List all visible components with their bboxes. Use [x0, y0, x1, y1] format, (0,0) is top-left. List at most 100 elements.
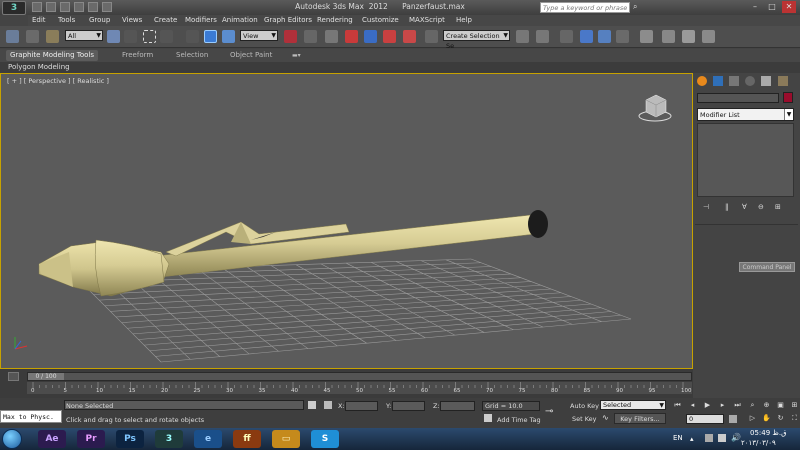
zoom-icon[interactable]: ⌕: [748, 401, 757, 410]
align-icon[interactable]: [536, 30, 549, 43]
menu-create[interactable]: Create: [154, 16, 177, 24]
time-slider[interactable]: 0 / 100: [27, 372, 692, 381]
named-selection-dropdown[interactable]: Create Selection Se ▼: [443, 30, 510, 50]
time-slider-thumb[interactable]: 0 / 100: [28, 373, 64, 380]
previous-frame-icon[interactable]: ◂: [688, 401, 697, 410]
open-file-icon[interactable]: [46, 2, 56, 12]
curve-editor-icon[interactable]: [598, 30, 611, 43]
utilities-tab-icon[interactable]: [778, 76, 788, 86]
configure-sets-icon[interactable]: ⊞: [775, 203, 781, 211]
tab-object-paint[interactable]: Object Paint: [230, 50, 272, 61]
edit-named-selection-icon[interactable]: [425, 30, 438, 43]
display-tab-icon[interactable]: [761, 76, 771, 86]
render-setup-icon[interactable]: [662, 30, 675, 43]
modifier-list-dropdown[interactable]: Modifier List ▼: [697, 108, 794, 121]
save-file-icon[interactable]: [60, 2, 70, 12]
link-icon[interactable]: [6, 30, 19, 43]
key-filters-button[interactable]: Key Filters...: [614, 413, 666, 424]
polygon-modeling-panel[interactable]: Polygon Modeling: [8, 63, 70, 71]
hierarchy-tab-icon[interactable]: [729, 76, 739, 86]
menu-customize[interactable]: Customize: [362, 16, 399, 24]
reference-coord-dropdown[interactable]: View ▼: [240, 30, 278, 41]
pivot-center-icon[interactable]: [284, 30, 297, 43]
current-frame-field[interactable]: 0: [686, 414, 724, 424]
menu-help[interactable]: Help: [456, 16, 472, 24]
keyboard-shortcut-icon[interactable]: [325, 30, 338, 43]
zoom-all-icon[interactable]: ⊕: [762, 401, 771, 410]
menu-group[interactable]: Group: [89, 16, 110, 24]
tab-graphite-modeling-tools[interactable]: Graphite Modeling Tools: [6, 50, 99, 61]
object-color-swatch[interactable]: [783, 92, 793, 103]
modifier-stack[interactable]: [697, 123, 794, 197]
make-unique-icon[interactable]: ∀: [742, 203, 747, 211]
x-coordinate-field[interactable]: [345, 401, 378, 411]
spinner-snap-icon[interactable]: [403, 30, 416, 43]
redo-icon[interactable]: [88, 2, 98, 12]
schematic-view-icon[interactable]: [616, 30, 629, 43]
material-editor-icon[interactable]: [640, 30, 653, 43]
pin-stack-icon[interactable]: ⊣: [703, 203, 709, 211]
graphite-toggle-icon[interactable]: [580, 30, 593, 43]
maximize-button[interactable]: □: [765, 1, 779, 13]
clock-date[interactable]: ۲۰۱۳/۰۳/۰۹: [741, 439, 776, 447]
undo-icon[interactable]: [74, 2, 84, 12]
binoculars-icon[interactable]: ⌕: [633, 2, 643, 12]
track-bar[interactable]: 0 5 10 15 20 25 30 35 40 45 50 55 60 65 70 75 80 85 90 95 10…: [27, 382, 692, 394]
add-time-tag-button[interactable]: Add Time Tag: [497, 416, 541, 424]
tray-arrow-icon[interactable]: ▴: [690, 435, 694, 443]
key-icon[interactable]: ⊸: [545, 406, 553, 417]
menu-maxscript[interactable]: MAXScript: [409, 16, 445, 24]
select-object-icon[interactable]: [107, 30, 120, 43]
network-icon[interactable]: [718, 434, 726, 442]
set-key-button[interactable]: Set Key: [572, 415, 597, 423]
auto-key-button[interactable]: Auto Key: [570, 402, 599, 410]
selection-filter-dropdown[interactable]: All ▼: [65, 30, 103, 41]
hold-icon[interactable]: [102, 2, 112, 12]
angle-snap-icon[interactable]: [364, 30, 377, 43]
mini-curve-editor-icon[interactable]: [8, 372, 19, 381]
flag-icon[interactable]: [705, 434, 713, 442]
skype-icon[interactable]: S: [311, 430, 339, 448]
language-indicator[interactable]: EN: [673, 434, 683, 442]
3dsmax-icon[interactable]: 3: [155, 430, 183, 448]
layer-manager-icon[interactable]: [560, 30, 573, 43]
menu-animation[interactable]: Animation: [222, 16, 258, 24]
folder-icon[interactable]: ▭: [272, 430, 300, 448]
perspective-viewport[interactable]: [ + ] [ Perspective ] [ Realistic ]: [0, 73, 693, 369]
zoom-extents-all-icon[interactable]: ⊞: [790, 401, 799, 410]
select-scale-icon[interactable]: [222, 30, 235, 43]
photoshop-icon[interactable]: Ps: [116, 430, 144, 448]
motion-tab-icon[interactable]: [745, 76, 755, 86]
select-by-name-icon[interactable]: [124, 30, 137, 43]
tab-selection[interactable]: Selection: [176, 50, 208, 61]
y-coordinate-field[interactable]: [392, 401, 425, 411]
go-to-start-icon[interactable]: ⏮: [673, 401, 682, 410]
manipulate-icon[interactable]: [304, 30, 317, 43]
orbit-icon[interactable]: ↻: [776, 414, 785, 423]
window-crossing-icon[interactable]: [160, 30, 173, 43]
modify-tab-icon[interactable]: [713, 76, 723, 86]
z-coordinate-field[interactable]: [440, 401, 475, 411]
after-effects-icon[interactable]: Ae: [38, 430, 66, 448]
render-production-icon[interactable]: [702, 30, 715, 43]
zoom-extents-icon[interactable]: ▣: [776, 401, 785, 410]
close-button[interactable]: ✕: [782, 1, 796, 13]
firefox-icon[interactable]: ff: [233, 430, 261, 448]
snaps-toggle-icon[interactable]: [345, 30, 358, 43]
rect-selection-icon[interactable]: [143, 30, 156, 43]
ribbon-options-icon[interactable]: ▬▾: [292, 50, 301, 61]
maxscript-listener[interactable]: Max to Physc.: [0, 410, 62, 423]
percent-snap-icon[interactable]: [383, 30, 396, 43]
go-to-end-icon[interactable]: ⏭: [733, 401, 742, 410]
select-move-icon[interactable]: [186, 30, 199, 43]
menu-tools[interactable]: Tools: [58, 16, 75, 24]
show-end-result-icon[interactable]: ‖: [725, 203, 729, 211]
field-of-view-icon[interactable]: ▷: [748, 414, 757, 423]
create-tab-icon[interactable]: [697, 76, 707, 86]
unlink-icon[interactable]: [26, 30, 39, 43]
pan-view-icon[interactable]: ✋: [762, 414, 771, 423]
lock-selection-icon[interactable]: [308, 401, 316, 409]
volume-icon[interactable]: 🔊: [731, 433, 741, 442]
time-tag-icon[interactable]: [484, 414, 492, 422]
mirror-icon[interactable]: [516, 30, 529, 43]
